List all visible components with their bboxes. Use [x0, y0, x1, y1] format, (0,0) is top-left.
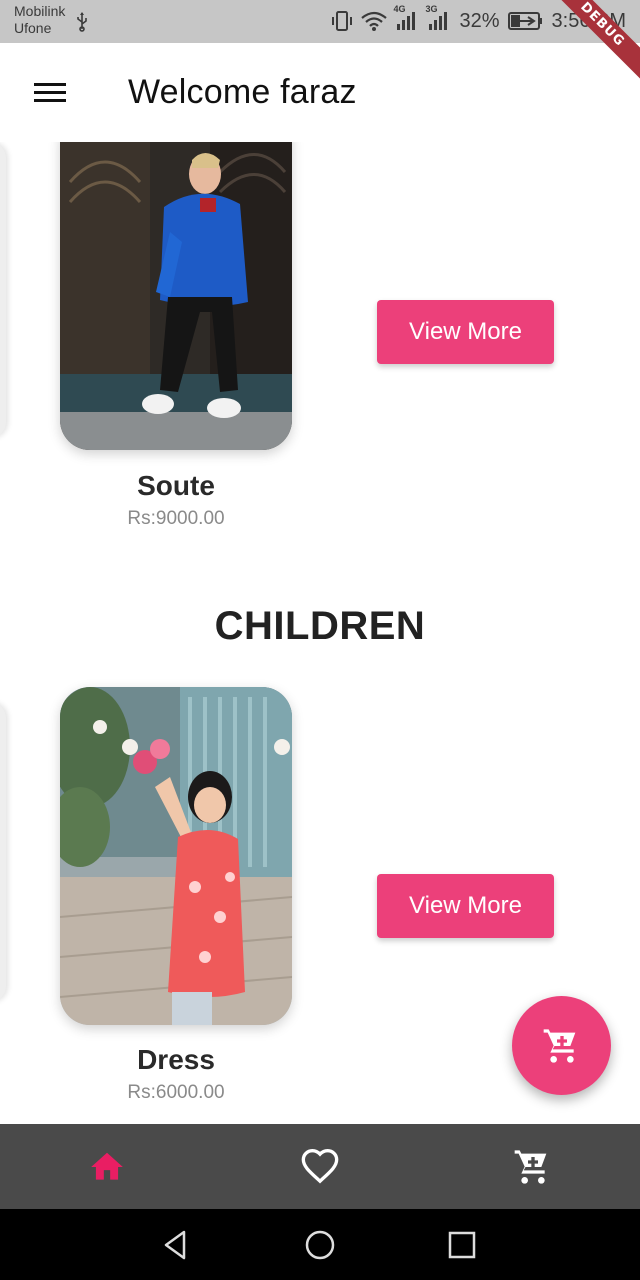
page-title: Welcome faraz [128, 73, 357, 111]
home-icon [90, 1152, 123, 1180]
carrier-2-label: Ufone [14, 20, 52, 36]
previous-product-card-edge[interactable] [0, 142, 6, 438]
network-1-label: 4G [393, 4, 406, 14]
nav-favorites[interactable] [213, 1124, 426, 1209]
bottom-navigation [0, 1124, 640, 1209]
nav-home[interactable] [0, 1124, 213, 1209]
battery-charging-icon [507, 12, 542, 30]
view-more-button[interactable]: View More [377, 300, 554, 364]
hamburger-menu-icon[interactable] [30, 77, 70, 109]
cart-icon [543, 1028, 575, 1063]
product-price: Rs:6000.00 [127, 1082, 225, 1103]
recents-icon[interactable] [444, 1227, 480, 1263]
product-name: Dress [137, 1044, 215, 1075]
product-name: Soute [137, 470, 215, 501]
product-price: Rs:9000.00 [127, 508, 225, 529]
section-title-children: CHILDREN [214, 604, 426, 648]
cart-icon [514, 1149, 547, 1184]
status-bar: Mobilink Ufone 4G 3G 32% [0, 0, 640, 43]
carrier-info: Mobilink Ufone [14, 3, 65, 37]
home-circle-icon[interactable] [302, 1227, 338, 1263]
heart-outline-icon [301, 1148, 339, 1183]
previous-product-card-edge[interactable] [0, 702, 6, 1002]
product-image-dress [60, 687, 292, 1025]
system-navigation-bar [0, 1209, 640, 1280]
nav-cart[interactable] [427, 1124, 640, 1209]
battery-percent: 32% [459, 9, 500, 32]
back-icon[interactable] [158, 1227, 194, 1263]
network-2-label: 3G [425, 4, 438, 14]
usb-icon [77, 12, 87, 32]
cart-fab-button[interactable] [512, 996, 611, 1095]
carrier-1-label: Mobilink [14, 3, 66, 19]
vibrate-icon [332, 11, 353, 31]
signal-1: 4G [393, 4, 419, 32]
product-list[interactable]: Soute Rs:9000.00 View More CHILDREN Dres… [0, 142, 640, 1124]
product-image-card[interactable] [60, 687, 292, 1025]
app-bar: Welcome faraz [0, 43, 640, 142]
view-more-button[interactable]: View More [377, 874, 554, 938]
product-image-card[interactable] [60, 142, 292, 450]
product-image-soute [60, 142, 292, 450]
signal-2: 3G [425, 4, 451, 32]
wifi-icon [361, 11, 388, 31]
